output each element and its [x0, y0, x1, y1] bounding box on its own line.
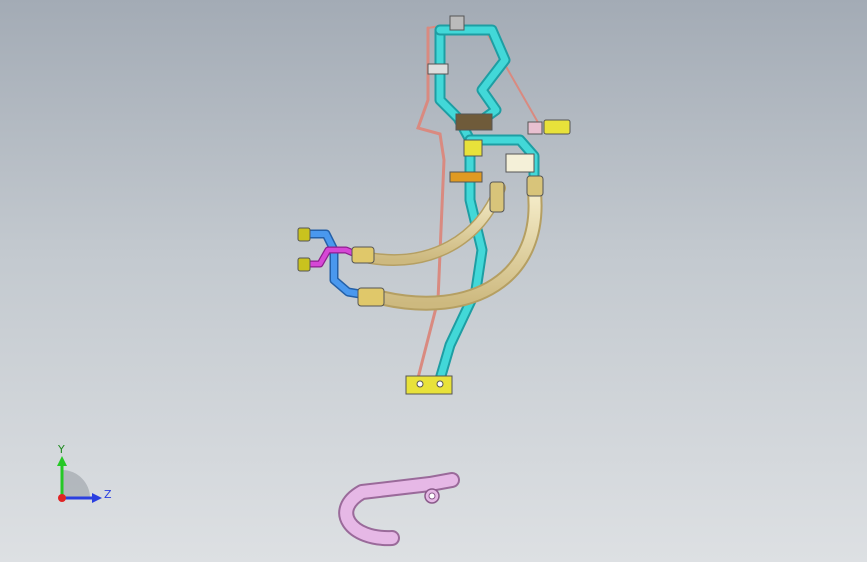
detached-pink-pipe[interactable]	[338, 472, 460, 547]
model-canvas[interactable]	[0, 0, 867, 562]
3d-graphics-viewport[interactable]: Y Z	[0, 0, 867, 562]
